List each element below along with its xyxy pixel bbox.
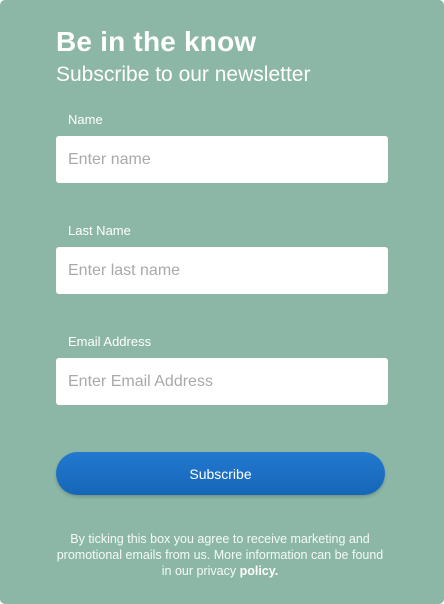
name-label: Name: [68, 112, 103, 127]
last-name-label: Last Name: [68, 223, 131, 238]
name-input[interactable]: [56, 136, 388, 183]
form-title: Be in the know: [56, 26, 257, 57]
consent-disclaimer: By ticking this box you agree to receive…: [52, 531, 388, 579]
disclaimer-text: By ticking this box you agree to receive…: [56, 532, 384, 578]
email-label: Email Address: [68, 334, 152, 349]
privacy-policy-link[interactable]: policy.: [240, 564, 279, 578]
form-subtitle: Subscribe to our newsletter: [56, 63, 311, 86]
email-input[interactable]: [56, 358, 388, 405]
last-name-input[interactable]: [56, 247, 388, 294]
subscribe-button[interactable]: Subscribe: [56, 452, 385, 495]
newsletter-panel: Be in the know Subscribe to our newslett…: [0, 0, 444, 604]
